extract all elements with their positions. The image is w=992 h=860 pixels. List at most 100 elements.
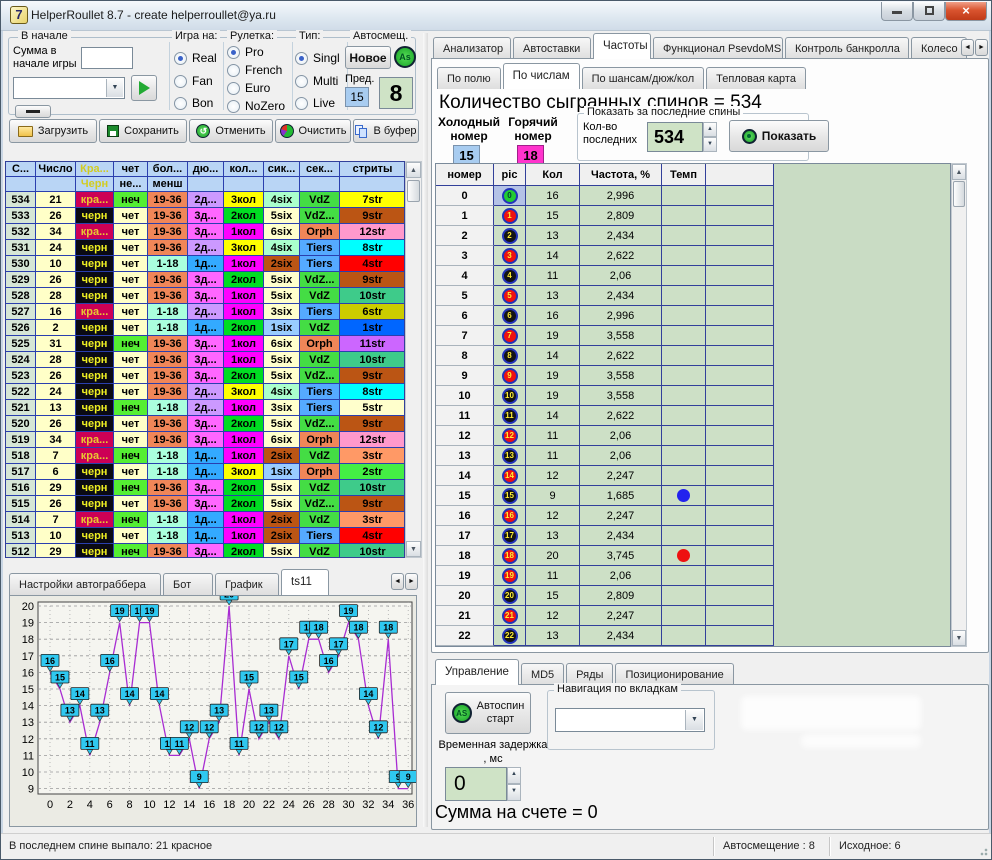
right-tabs-scroll-right-icon[interactable]: ► xyxy=(975,39,988,56)
freq-number-cell[interactable]: 6 xyxy=(436,306,494,326)
freq-cell[interactable]: 2,996 xyxy=(580,186,662,206)
freq-cell[interactable]: 11 xyxy=(526,266,580,286)
freq-cell[interactable]: 11 xyxy=(526,446,580,466)
history-cell[interactable]: 6six xyxy=(264,224,300,240)
freq-cell[interactable] xyxy=(706,566,774,586)
freq-row[interactable]: 44112,06 xyxy=(436,266,950,286)
freq-cell[interactable] xyxy=(662,386,706,406)
freq-cell[interactable] xyxy=(662,506,706,526)
history-cell[interactable]: 4str xyxy=(340,256,405,272)
history-cell[interactable]: 26 xyxy=(36,272,76,288)
freq-cell[interactable] xyxy=(706,186,774,206)
delay-spinner[interactable]: ▲ ▼ xyxy=(507,767,521,801)
freq-tab-2[interactable]: По шансам/дюж/кол xyxy=(582,67,705,89)
history-cell[interactable]: 1-18 xyxy=(148,528,188,544)
control-tab-2[interactable]: Ряды xyxy=(566,663,613,685)
freq-cell[interactable] xyxy=(662,406,706,426)
splitter[interactable] xyxy=(423,33,428,827)
history-cell[interactable]: 8str xyxy=(340,384,405,400)
history-cell[interactable]: 2д... xyxy=(188,192,224,208)
minimize-button[interactable] xyxy=(881,2,913,21)
history-cell[interactable]: чет xyxy=(114,304,148,320)
history-cell[interactable]: 24 xyxy=(36,240,76,256)
history-cell[interactable]: 29 xyxy=(36,544,76,558)
control-tab-3[interactable]: Позиционирование xyxy=(615,663,733,685)
history-cell[interactable]: Tiers xyxy=(300,400,340,416)
history-cell[interactable]: 4six xyxy=(264,384,300,400)
freq-row[interactable]: 99193,558 xyxy=(436,366,950,386)
history-cell[interactable]: 2д... xyxy=(188,384,224,400)
history-cell[interactable]: 524 xyxy=(6,352,36,368)
history-cell[interactable]: 21 xyxy=(36,192,76,208)
collapse-button[interactable] xyxy=(15,105,51,118)
history-cell[interactable]: 10str xyxy=(340,352,405,368)
history-cell[interactable]: черн xyxy=(76,336,114,352)
freq-cell[interactable]: 2,247 xyxy=(580,506,662,526)
history-cell[interactable]: 3д... xyxy=(188,288,224,304)
spin-up-icon[interactable]: ▲ xyxy=(507,767,521,784)
freq-cell[interactable] xyxy=(662,366,706,386)
history-row[interactable]: 52224чернчет19-362д...3кол4sixTiers8str xyxy=(6,384,404,400)
freq-cell[interactable]: 2,434 xyxy=(580,626,662,646)
freq-cell[interactable]: 13 xyxy=(526,226,580,246)
history-cell[interactable]: неч xyxy=(114,336,148,352)
history-cell[interactable]: неч xyxy=(114,400,148,416)
history-cell[interactable]: 19-36 xyxy=(148,480,188,496)
history-cell[interactable]: Tiers xyxy=(300,240,340,256)
history-cell[interactable]: 34 xyxy=(36,432,76,448)
freq-row[interactable]: 1212112,06 xyxy=(436,426,950,446)
freq-cell[interactable]: 13 xyxy=(494,446,526,466)
radio-pro[interactable]: Pro xyxy=(227,45,264,59)
freq-row[interactable]: 1919112,06 xyxy=(436,566,950,586)
history-cell[interactable]: 3д... xyxy=(188,368,224,384)
history-cell[interactable]: VdZ xyxy=(300,512,340,528)
history-cell[interactable]: 2кол xyxy=(224,208,264,224)
history-cell[interactable]: кра... xyxy=(76,432,114,448)
freq-cell[interactable]: 3,745 xyxy=(580,546,662,566)
chevron-down-icon[interactable]: ▼ xyxy=(106,79,123,97)
history-cell[interactable]: 1кол xyxy=(224,352,264,368)
history-cell[interactable]: 3д... xyxy=(188,544,224,558)
radio-real[interactable]: Real xyxy=(174,51,217,65)
spin-down-icon[interactable]: ▼ xyxy=(703,137,717,152)
freq-cell[interactable]: 13 xyxy=(526,526,580,546)
scroll-down-icon[interactable]: ▼ xyxy=(406,541,421,557)
history-cell[interactable]: 12str xyxy=(340,432,405,448)
right-tabs-scroll-left-icon[interactable]: ◄ xyxy=(961,39,974,56)
radio-french[interactable]: French xyxy=(227,63,282,77)
history-row[interactable]: 52828чернчет19-363д...1кол5sixVdZ10str xyxy=(6,288,404,304)
freq-number-cell[interactable]: 21 xyxy=(436,606,494,626)
freq-cell[interactable] xyxy=(706,306,774,326)
history-cell[interactable]: 2six xyxy=(264,528,300,544)
freq-cell[interactable]: 3,558 xyxy=(580,366,662,386)
history-cell[interactable]: Orph xyxy=(300,464,340,480)
freq-row[interactable]: 1010193,558 xyxy=(436,386,950,406)
freq-cell[interactable] xyxy=(662,526,706,546)
freq-cell[interactable]: 12 xyxy=(494,426,526,446)
history-cell[interactable]: 9str xyxy=(340,208,405,224)
history-cell[interactable]: чет xyxy=(114,224,148,240)
history-cell[interactable]: 513 xyxy=(6,528,36,544)
history-cell[interactable]: чет xyxy=(114,288,148,304)
freq-cell[interactable]: 19 xyxy=(526,326,580,346)
delay-value-field[interactable]: 0 xyxy=(445,767,507,801)
history-cell[interactable]: 11str xyxy=(340,336,405,352)
freq-cell[interactable]: 11 xyxy=(494,406,526,426)
history-cell[interactable]: 3д... xyxy=(188,208,224,224)
history-cell[interactable]: 26 xyxy=(36,368,76,384)
freq-cell[interactable]: 6 xyxy=(494,306,526,326)
history-cell[interactable]: Tiers xyxy=(300,384,340,400)
history-cell[interactable]: неч xyxy=(114,480,148,496)
freq-number-cell[interactable]: 3 xyxy=(436,246,494,266)
history-cell[interactable]: 529 xyxy=(6,272,36,288)
history-cell[interactable]: Orph xyxy=(300,336,340,352)
freq-cell[interactable]: 1,685 xyxy=(580,486,662,506)
freq-number-cell[interactable]: 4 xyxy=(436,266,494,286)
freq-number-cell[interactable]: 22 xyxy=(436,626,494,646)
history-cell[interactable]: 534 xyxy=(6,192,36,208)
freq-cell[interactable] xyxy=(662,466,706,486)
freq-cell[interactable]: 14 xyxy=(494,466,526,486)
right-tab-1[interactable]: Автоставки xyxy=(513,37,591,59)
freq-tab-3[interactable]: Тепловая карта xyxy=(706,67,806,89)
radio-fan[interactable]: Fan xyxy=(174,74,213,88)
